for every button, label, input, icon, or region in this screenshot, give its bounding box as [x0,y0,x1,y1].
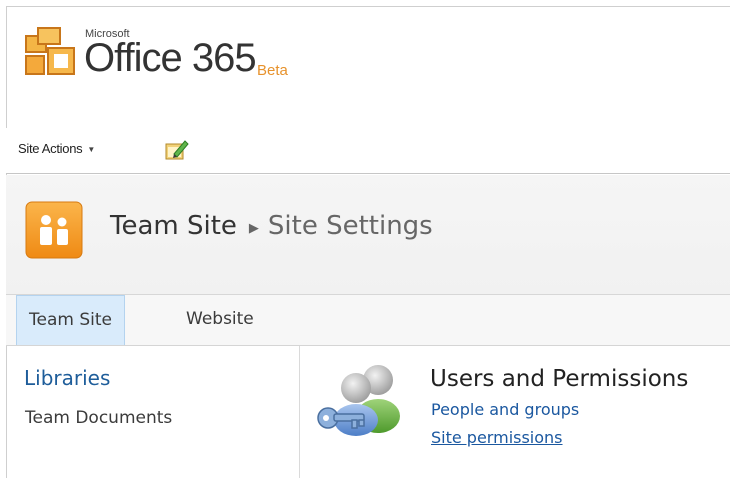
top-navigation: Team Site Website [6,295,730,346]
people-and-groups-link[interactable]: People and groups [431,400,579,419]
quicklaunch-libraries-heading[interactable]: Libraries [24,366,110,390]
page-title-band: Team Site ▶ Site Settings [6,175,730,295]
page-title: Team Site ▶ Site Settings [110,211,433,241]
edit-page-icon[interactable] [164,138,190,162]
site-actions-label: Site Actions [18,141,83,156]
beta-label: Beta [257,62,288,79]
office365-wordmark: Office 365 [84,36,257,80]
breadcrumb-arrow-icon: ▶ [248,221,259,236]
breadcrumb-current: Site Settings [267,211,433,241]
users-key-icon [317,365,400,436]
section-title-users-permissions: Users and Permissions [430,366,689,392]
tab-team-site[interactable]: Team Site [16,295,125,345]
office365-logo[interactable]: Microsoft Office 365 Beta [24,22,304,92]
tab-website[interactable]: Website [174,295,266,345]
office-logo-icon [25,27,75,75]
quick-launch: Libraries Team Documents [6,346,300,478]
ribbon-bar: Site Actions ▼ [6,128,730,174]
site-icon [25,201,83,259]
chevron-down-icon: ▼ [87,145,95,154]
breadcrumb-site[interactable]: Team Site [110,211,237,241]
site-actions-menu[interactable]: Site Actions ▼ [18,141,95,156]
site-permissions-link[interactable]: Site permissions [431,428,563,447]
quicklaunch-item-team-documents[interactable]: Team Documents [25,408,172,428]
